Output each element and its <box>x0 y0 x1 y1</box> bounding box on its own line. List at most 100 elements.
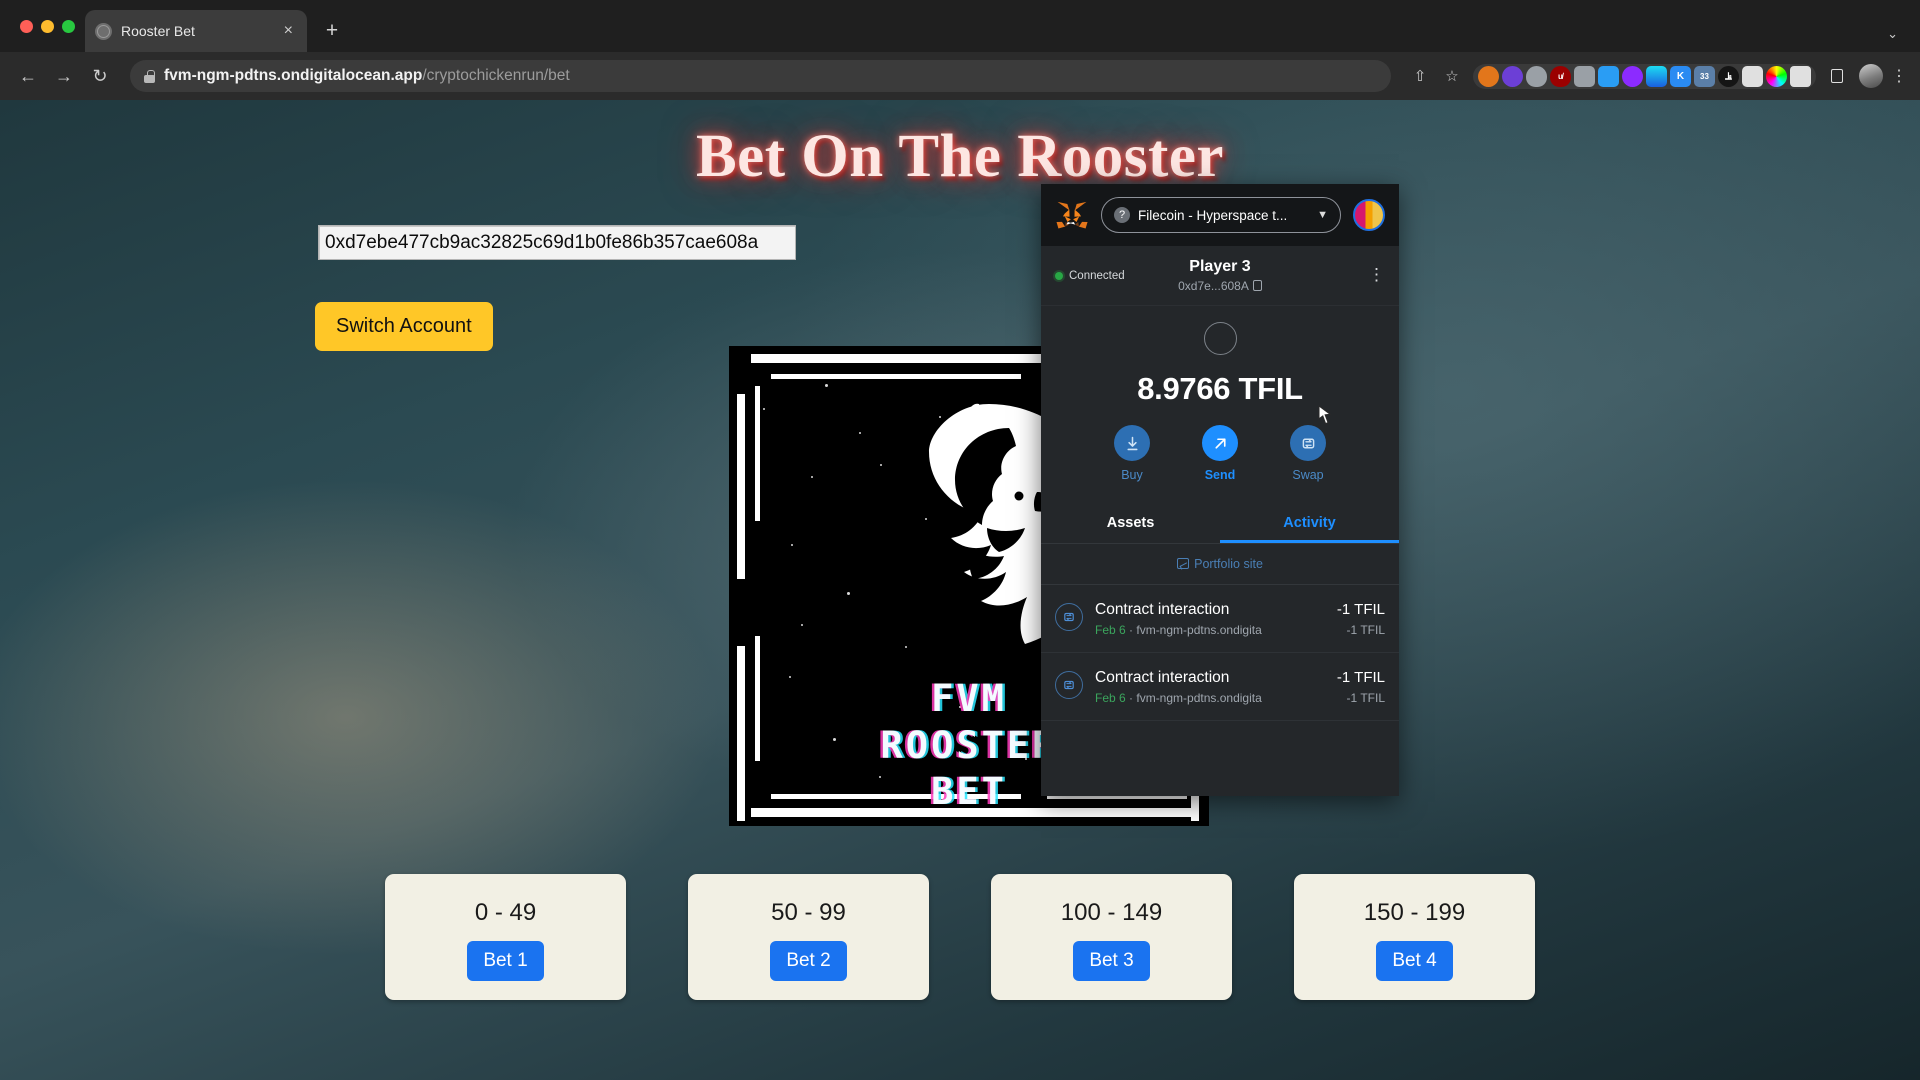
address-row: 0xd7ebe477cb9ac32825c69d1b0fe86b357cae60… <box>0 225 1920 260</box>
bet-card: 0 - 49 Bet 1 <box>385 874 626 1000</box>
bet-4-button[interactable]: Bet 4 <box>1376 941 1453 981</box>
address-bar[interactable]: fvm-ngm-pdtns.ondigitalocean.app/cryptoc… <box>130 60 1391 92</box>
badge-extension-icon[interactable]: 33 <box>1694 65 1715 87</box>
color-wheel-extension-icon[interactable] <box>1766 65 1787 87</box>
new-tab-button[interactable]: + <box>317 16 347 46</box>
transaction-row[interactable]: Contract interaction Feb 6 · fvm-ngm-pdt… <box>1041 653 1399 721</box>
close-window-button[interactable] <box>20 19 33 33</box>
mouse-cursor <box>1318 405 1332 425</box>
transaction-details: Contract interaction Feb 6 · fvm-ngm-pdt… <box>1095 669 1325 705</box>
forward-button[interactable]: → <box>48 60 80 92</box>
page-title: Bet On The Rooster <box>695 123 1225 190</box>
ublock-extension-icon[interactable]: u̸ <box>1550 65 1571 87</box>
close-icon[interactable]: × <box>280 21 297 41</box>
browser-menu-button[interactable]: ⋮ <box>1890 66 1908 86</box>
contract-interaction-icon <box>1055 671 1083 699</box>
bet-range-label: 150 - 199 <box>1363 899 1466 926</box>
account-options-button[interactable]: ⋮ <box>1368 266 1385 283</box>
bookmark-star-icon[interactable]: ☆ <box>1437 61 1467 91</box>
metamask-popup: ? Filecoin - Hyperspace t... ▼ Connected… <box>1041 184 1399 796</box>
token-avatar-icon <box>1203 322 1237 355</box>
funnel-extension-icon[interactable] <box>1646 65 1667 87</box>
metamask-account-bar: Connected Player 3 0xd7e...608A ⋮ <box>1041 246 1399 306</box>
transaction-amount-fiat: -1 TFIL <box>1346 691 1385 705</box>
ghost-extension-icon[interactable] <box>1502 65 1523 87</box>
browser-window: Rooster Bet × + ⌄ ← → ↻ fvm-ngm-pdtns.on… <box>0 0 1920 1080</box>
transaction-date: Feb 6 <box>1095 623 1126 637</box>
account-address-text: 0xd7e...608A <box>1178 279 1249 293</box>
metamask-extension-icon[interactable] <box>1478 65 1499 87</box>
lock-icon <box>144 69 155 83</box>
profile-avatar[interactable] <box>1859 64 1883 88</box>
network-selector[interactable]: ? Filecoin - Hyperspace t... ▼ <box>1101 197 1341 233</box>
bet-range-label: 50 - 99 <box>771 899 846 926</box>
metamask-fox-icon <box>1056 201 1088 229</box>
bet-1-button[interactable]: Bet 1 <box>467 941 544 981</box>
arrow-up-right-icon <box>1202 425 1238 461</box>
transaction-amount: -1 TFIL <box>1336 601 1385 618</box>
browser-toolbar: ← → ↻ fvm-ngm-pdtns.ondigitalocean.app/c… <box>0 52 1920 100</box>
buy-label: Buy <box>1121 468 1143 482</box>
swap-action[interactable]: Swap <box>1281 425 1335 482</box>
tab-title: Rooster Bet <box>121 23 195 39</box>
maximize-window-button[interactable] <box>62 19 75 33</box>
share-icon[interactable]: ⇧ <box>1405 61 1435 91</box>
bet-3-button[interactable]: Bet 3 <box>1073 941 1150 981</box>
connection-status-label: Connected <box>1069 269 1125 282</box>
camera-extension-icon[interactable] <box>1574 65 1595 87</box>
swap-icon <box>1290 425 1326 461</box>
shield-extension-icon[interactable] <box>1526 65 1547 87</box>
toolbar-right-cluster: ⇧ ☆ u̸ K 33 ⫡ ⋮ <box>1405 61 1908 91</box>
transaction-subtitle: Feb 6 · fvm-ngm-pdtns.ondigita <box>1095 623 1262 637</box>
account-identicon[interactable] <box>1353 199 1385 231</box>
switch-account-row: Switch Account <box>0 302 1920 351</box>
sidepanel-icon[interactable] <box>1822 61 1852 91</box>
puzzle-extensions-icon[interactable] <box>1790 65 1811 87</box>
transaction-subtitle: Feb 6 · fvm-ngm-pdtns.ondigita <box>1095 691 1262 705</box>
transaction-date: Feb 6 <box>1095 691 1126 705</box>
wallet-address-input[interactable]: 0xd7ebe477cb9ac32825c69d1b0fe86b357cae60… <box>318 225 796 260</box>
portfolio-site-label: Portfolio site <box>1194 557 1263 571</box>
reload-button[interactable]: ↻ <box>84 60 116 92</box>
book-extension-icon[interactable] <box>1742 65 1763 87</box>
swap-label: Swap <box>1292 468 1324 482</box>
bet-card: 50 - 99 Bet 2 <box>688 874 929 1000</box>
network-question-icon: ? <box>1114 207 1130 223</box>
send-action[interactable]: Send <box>1193 425 1247 482</box>
buy-action[interactable]: Buy <box>1105 425 1159 482</box>
bet-card: 100 - 149 Bet 3 <box>991 874 1232 1000</box>
copy-icon[interactable] <box>1252 280 1262 291</box>
transaction-amount-fiat: -1 TFIL <box>1346 623 1385 637</box>
switch-account-button[interactable]: Switch Account <box>315 302 493 351</box>
back-button[interactable]: ← <box>12 60 44 92</box>
browser-tab[interactable]: Rooster Bet × <box>85 10 307 52</box>
window-traffic-lights <box>14 0 85 52</box>
bet-2-button[interactable]: Bet 2 <box>770 941 847 981</box>
url-path: /cryptochickenrun/bet <box>422 67 570 84</box>
moon-extension-icon[interactable] <box>1622 65 1643 87</box>
minimize-window-button[interactable] <box>41 19 54 33</box>
wallet-actions: Buy Send Swap <box>1041 425 1399 482</box>
tab-activity[interactable]: Activity <box>1220 504 1399 543</box>
monkey-extension-icon[interactable]: ⫡ <box>1718 65 1739 87</box>
transaction-title: Contract interaction <box>1095 669 1230 686</box>
send-label: Send <box>1204 468 1236 482</box>
balance-amount: 8.9766 TFIL <box>1137 371 1303 406</box>
extensions-pill: u̸ K 33 ⫡ <box>1473 63 1816 89</box>
chart-icon <box>1177 558 1190 569</box>
page-content: Bet On The Rooster 0xd7ebe477cb9ac32825c… <box>0 100 1920 1080</box>
portfolio-site-link[interactable]: Portfolio site <box>1041 544 1399 585</box>
connection-status[interactable]: Connected <box>1055 270 1125 282</box>
transaction-row[interactable]: Contract interaction Feb 6 · fvm-ngm-pdt… <box>1041 585 1399 653</box>
keeper-extension-icon[interactable]: K <box>1670 65 1691 87</box>
chevron-down-icon[interactable]: ⌄ <box>1887 26 1898 42</box>
bet-range-label: 0 - 49 <box>474 899 537 926</box>
image-extension-icon[interactable] <box>1598 65 1619 87</box>
url-text: fvm-ngm-pdtns.ondigitalocean.app/cryptoc… <box>164 67 570 85</box>
transaction-amounts: -1 TFIL -1 TFIL <box>1337 601 1385 637</box>
tab-assets[interactable]: Assets <box>1041 504 1220 543</box>
tab-strip: Rooster Bet × + ⌄ <box>0 0 1920 52</box>
transaction-site: fvm-ngm-pdtns.ondigita <box>1136 691 1262 705</box>
contract-interaction-icon <box>1055 603 1083 631</box>
balance-section: 8.9766 TFIL <box>1041 306 1399 407</box>
